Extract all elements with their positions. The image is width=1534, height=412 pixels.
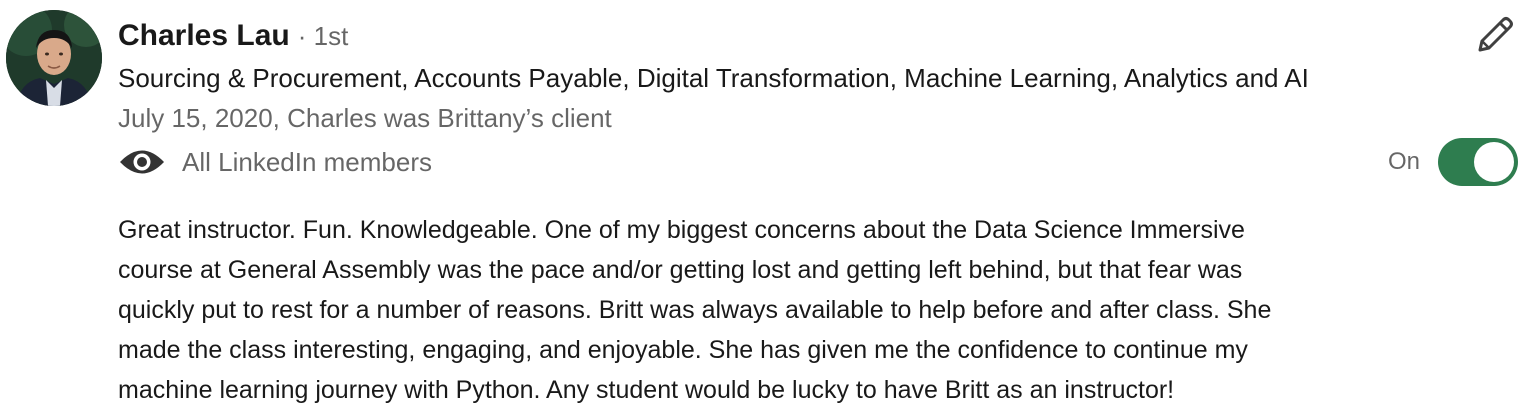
avatar-image — [6, 10, 102, 106]
visibility-label: All LinkedIn members — [182, 146, 432, 177]
connection-degree: · 1st — [297, 21, 349, 51]
visibility-toggle[interactable] — [1438, 138, 1519, 186]
pencil-icon — [1474, 14, 1516, 61]
avatar[interactable] — [6, 10, 102, 106]
edit-button[interactable] — [1470, 12, 1520, 62]
visibility-row: All LinkedIn members — [118, 142, 432, 182]
recommender-headline: Sourcing & Procurement, Accounts Payable… — [118, 63, 1309, 93]
eye-icon — [118, 147, 166, 177]
recommendation-meta: July 15, 2020, Charles was Brittany’s cl… — [118, 103, 612, 133]
toggle-label: On — [1388, 148, 1421, 175]
recommendation-text: Great instructor. Fun. Knowledgeable. On… — [118, 216, 1272, 404]
recommendation-card: Charles Lau · 1st Sourcing & Procurement… — [0, 0, 1534, 412]
recommender-name[interactable]: Charles Lau — [118, 16, 290, 56]
toggle-knob — [1474, 142, 1515, 182]
visibility-toggle-group: On — [1388, 137, 1519, 187]
recommender-name-row: Charles Lau · 1st — [118, 16, 348, 56]
